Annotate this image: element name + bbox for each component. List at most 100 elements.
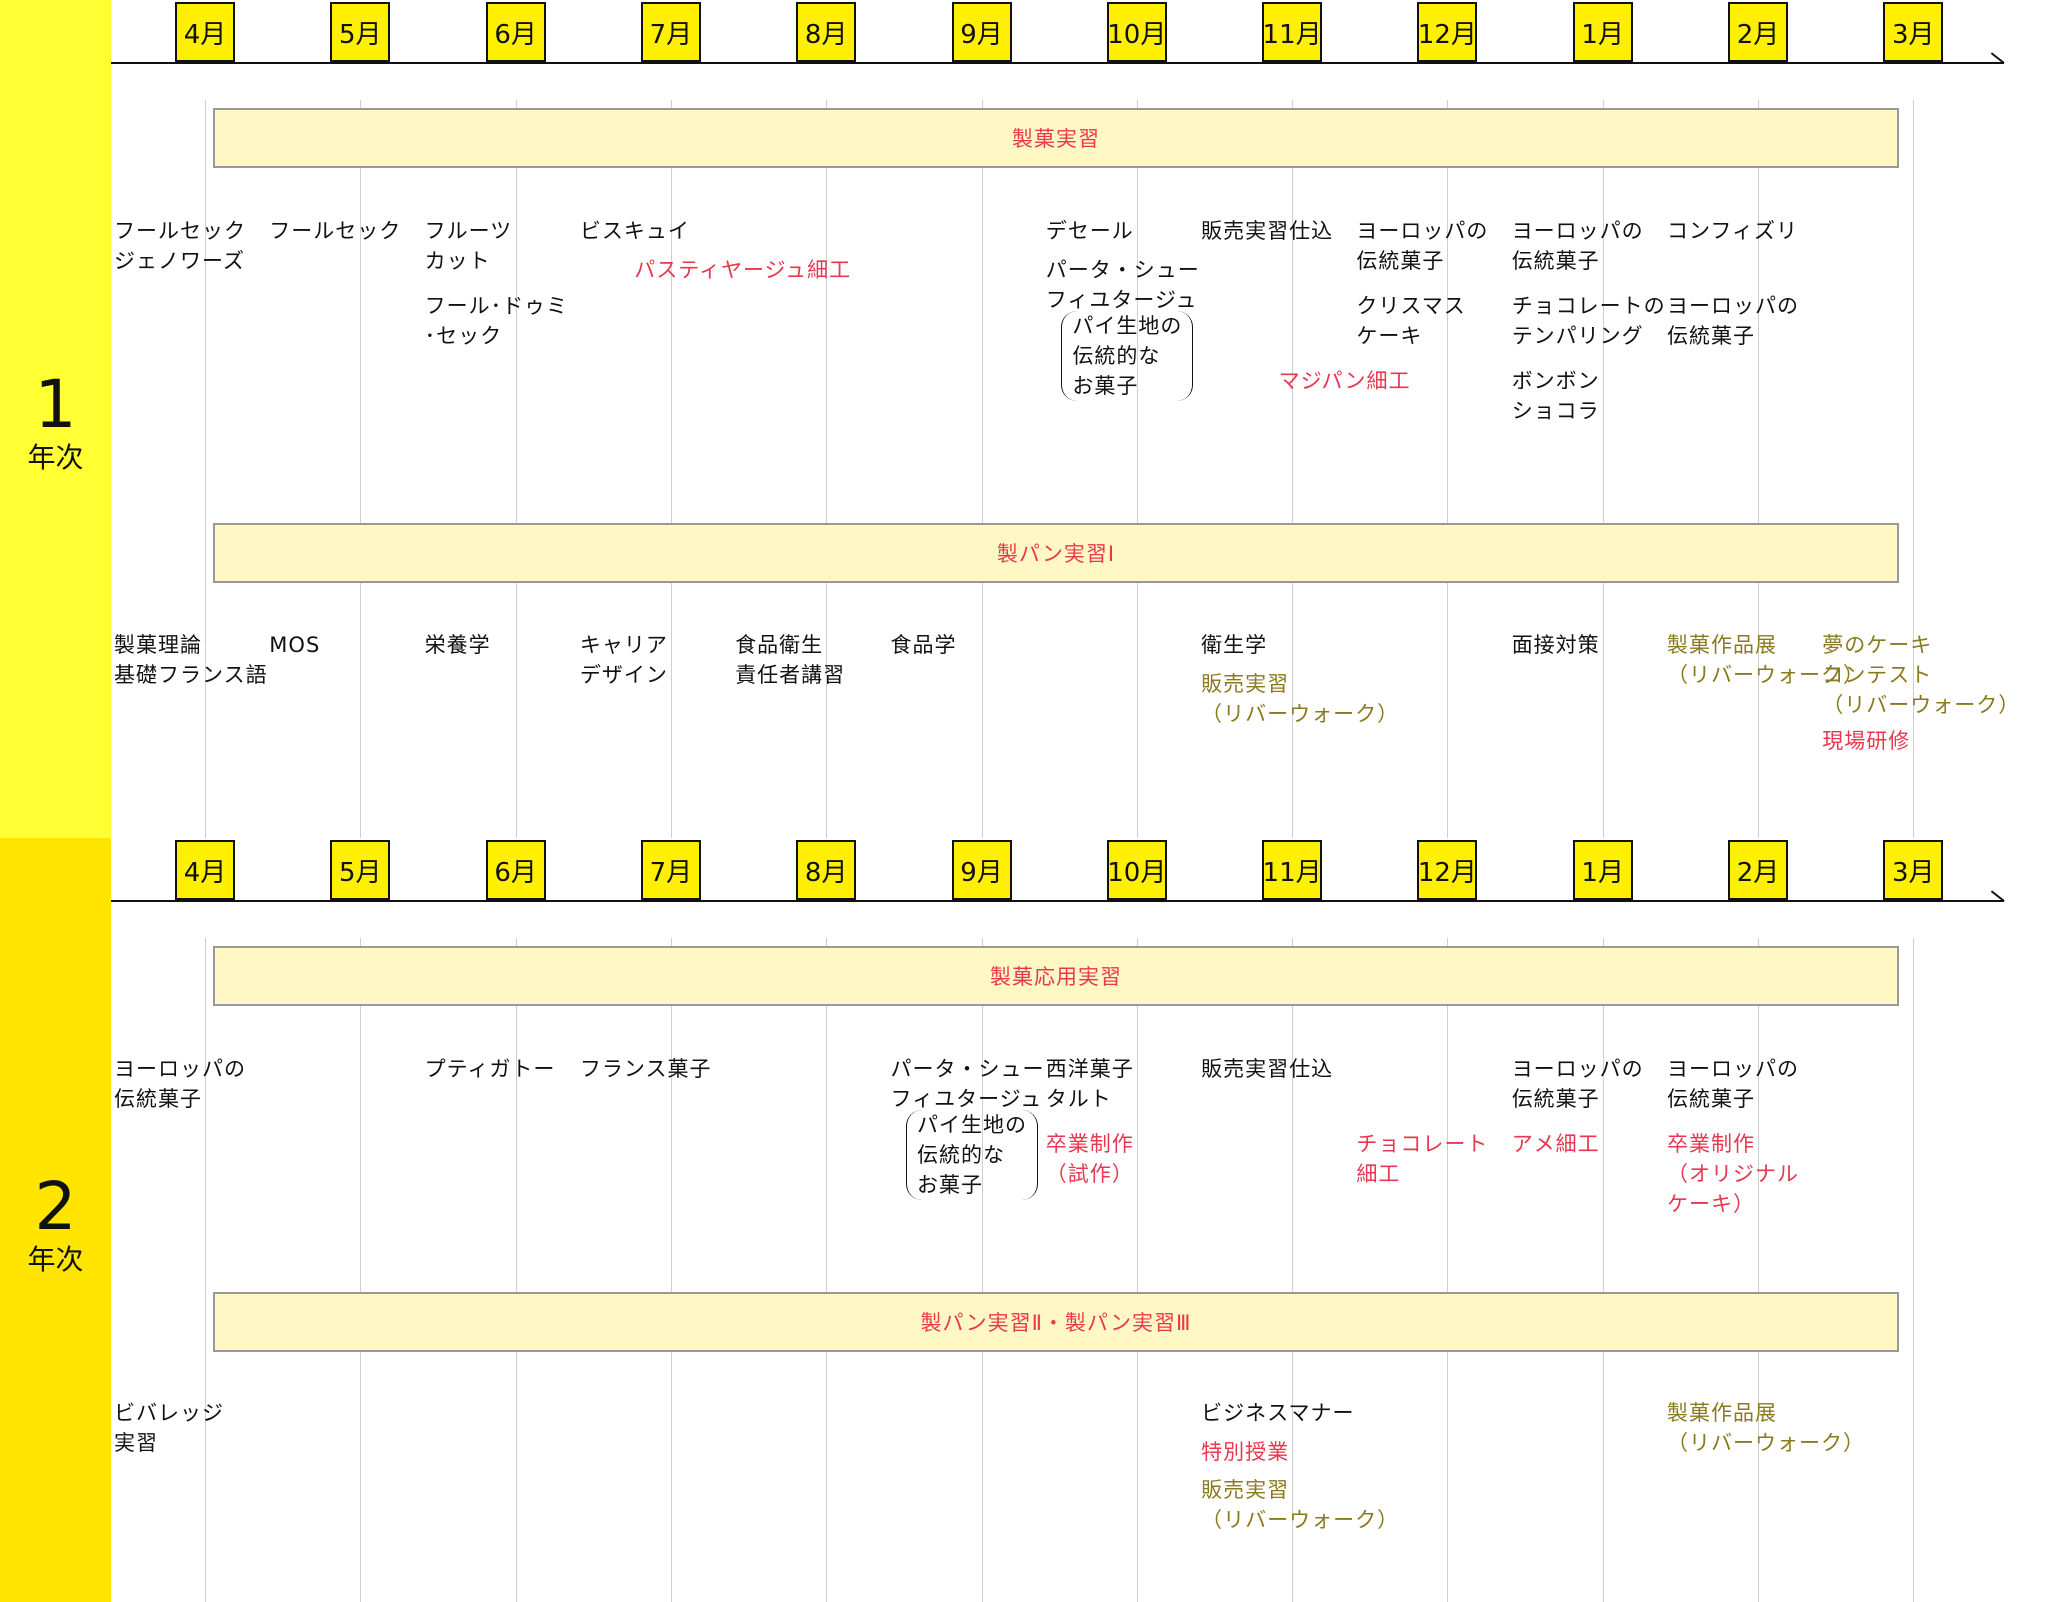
- year1-top-items-entry: ボンボン ショコラ: [1511, 369, 1600, 423]
- month-gridline: [826, 100, 828, 838]
- year2-top-items-entry: 卒業制作 （オリジナル ケーキ）: [1667, 1132, 1799, 1216]
- year2-top-items-entry: パイ生地の 伝統的な お菓子: [906, 1109, 1039, 1200]
- year1-bottom-items-entry: 現場研修: [1822, 729, 1911, 753]
- year1-timeline-axis: [111, 62, 2004, 64]
- month-box-5: 8月: [796, 840, 857, 900]
- month-gridline: [515, 100, 517, 838]
- year1-top-items-entry: クリスマス ケーキ: [1356, 294, 1466, 348]
- month-gridline: [205, 100, 206, 838]
- month-box-10: 1月: [1572, 2, 1633, 62]
- year1-top-items-entry: フールセック ジェノワーズ: [114, 219, 246, 273]
- year1-top-items-entry: 販売実習仕込: [1201, 219, 1334, 243]
- month-gridline: [670, 938, 672, 1602]
- year2-top-items-entry: ヨーロッパの 伝統菓子: [114, 1057, 246, 1111]
- year1-band-bottom: 製パン実習Ⅰ: [213, 523, 1899, 583]
- month-gridline: [1447, 100, 1449, 838]
- year2-top-items-entry: ヨーロッパの 伝統菓子: [1667, 1057, 1799, 1111]
- month-box-12: 3月: [1883, 2, 1944, 62]
- year2-year-label: 2 年次: [0, 838, 111, 1602]
- month-gridline: [1602, 100, 1604, 838]
- year2-bottom-items-entry: 特別授業: [1201, 1440, 1290, 1464]
- year1-top-items-entry: ヨーロッパの 伝統菓子: [1667, 294, 1799, 348]
- month-box-6: 9月: [951, 840, 1012, 900]
- month-gridline: [1758, 100, 1759, 838]
- month-box-7: 10月: [1106, 840, 1167, 900]
- month-box-10: 1月: [1572, 840, 1633, 900]
- year2-top-items-entry: 卒業制作 （試作）: [1045, 1132, 1134, 1186]
- month-box-9: 12月: [1417, 840, 1478, 900]
- month-box-3: 6月: [485, 840, 546, 900]
- year1-top-items-entry: パスティヤージュ細工: [634, 258, 852, 282]
- month-gridline: [1136, 938, 1138, 1602]
- month-gridline: [981, 938, 983, 1602]
- month-gridline: [360, 938, 362, 1602]
- year1-bottom-items-entry: キャリア デザイン: [579, 633, 668, 687]
- year1-top-items-entry: マジパン細工: [1278, 369, 1411, 393]
- month-box-12: 3月: [1883, 840, 1944, 900]
- month-box-3: 6月: [485, 2, 546, 62]
- month-gridline: [1136, 100, 1138, 838]
- year1-year-number: 1: [34, 366, 77, 443]
- month-gridline: [981, 100, 983, 838]
- year1-bottom-items-entry: 製菓理論 基礎フランス語: [114, 633, 268, 687]
- month-gridline: [670, 100, 672, 838]
- month-box-1: 4月: [175, 2, 235, 62]
- year2-top-items-entry: 販売実習仕込: [1201, 1057, 1334, 1081]
- year2-top-items-entry: 西洋菓子 タルト: [1045, 1057, 1134, 1111]
- month-box-6: 9月: [951, 2, 1012, 62]
- year1-top-items-entry: コンフィズリ: [1667, 219, 1798, 243]
- year1-top-items-entry: パータ・シュー フィユタージュ: [1045, 258, 1200, 312]
- month-box-4: 7月: [640, 840, 701, 900]
- year2-top-items-entry: プティガトー: [424, 1057, 556, 1081]
- year1-bottom-items-entry: MOS: [269, 633, 321, 657]
- month-gridline: [205, 938, 206, 1602]
- year2-year-word: 年次: [27, 1243, 84, 1276]
- year1-bottom-items-entry: 面接対策: [1511, 633, 1600, 657]
- year1-top-items-entry: ヨーロッパの 伝統菓子: [1356, 219, 1489, 273]
- month-gridline: [826, 938, 828, 1602]
- month-box-11: 2月: [1728, 2, 1788, 62]
- month-box-8: 11月: [1262, 2, 1323, 62]
- year2-bottom-items-entry: ビジネスマナー: [1201, 1401, 1355, 1425]
- year1-top-items-entry: フルーツ カット: [424, 219, 513, 273]
- month-box-9: 12月: [1417, 2, 1478, 62]
- year1-bottom-items-entry: 食品衛生 責任者講習: [735, 633, 846, 687]
- year2-top-items-entry: ヨーロッパの 伝統菓子: [1511, 1057, 1644, 1111]
- year2-bottom-items-entry: ビバレッジ 実習: [114, 1401, 224, 1455]
- year1-top-items-entry: チョコレートの テンパリング: [1511, 294, 1666, 348]
- month-gridline: [515, 938, 517, 1602]
- year2-band-bottom: 製パン実習Ⅱ・製パン実習Ⅲ: [213, 1292, 1899, 1352]
- month-box-5: 8月: [796, 2, 857, 62]
- year2-top-items-entry: フランス菓子: [579, 1057, 712, 1081]
- month-box-4: 7月: [640, 2, 701, 62]
- month-box-11: 2月: [1728, 840, 1788, 900]
- year1-section: 4月 5月 6月 7月 8月 9月 10月 11月 12月 1月 2月 3月製菓実習製パン実習Ⅰ フール…: [111, 0, 2072, 838]
- year1-top-items-entry: ヨーロッパの 伝統菓子: [1511, 219, 1644, 273]
- year2-bottom-items-entry: 販売実習 （リバーウォーク）: [1201, 1477, 1400, 1532]
- month-gridline: [1447, 938, 1449, 1602]
- year2-top-items-entry: チョコレート 細工: [1356, 1132, 1489, 1186]
- year2-band-top: 製菓応用実習: [213, 946, 1899, 1006]
- year1-bottom-items-entry: 栄養学: [424, 633, 491, 657]
- month-gridline: [1758, 938, 1759, 1602]
- year1-band-top: 製菓実習: [213, 108, 1899, 168]
- month-box-2: 5月: [330, 2, 391, 62]
- year2-bottom-items-entry: 製菓作品展 （リバーウォーク）: [1667, 1401, 1865, 1455]
- month-box-1: 4月: [175, 840, 235, 900]
- month-gridline: [1602, 938, 1604, 1602]
- year1-year-word: 年次: [27, 441, 84, 474]
- year1-top-items-entry: フールセック: [269, 219, 402, 243]
- year1-top-items-entry: デセール: [1045, 219, 1134, 243]
- month-box-7: 10月: [1106, 2, 1167, 62]
- month-box-2: 5月: [330, 840, 391, 900]
- year2-section: 4月 5月 6月 7月 8月 9月 10月 11月 12月 1月 2月 3月製菓応用実習 製パン実習Ⅱ・…: [111, 838, 2072, 1602]
- year2-top-items-entry: アメ細工: [1511, 1132, 1600, 1156]
- month-gridline: [1913, 938, 1915, 1602]
- year1-bottom-items-entry: 夢のケーキ コンテスト （リバーウォーク）: [1822, 633, 2021, 717]
- year1-top-items-entry: パイ生地の 伝統的な お菓子: [1061, 310, 1194, 401]
- year1-top-items-entry: フール･ドゥミ ･セック: [424, 294, 569, 348]
- month-gridline: [1913, 100, 1915, 838]
- year1-bottom-items-entry: 販売実習 （リバーウォーク）: [1201, 672, 1400, 726]
- year1-year-label: 1 年次: [0, 0, 111, 838]
- month-box-8: 11月: [1262, 840, 1323, 900]
